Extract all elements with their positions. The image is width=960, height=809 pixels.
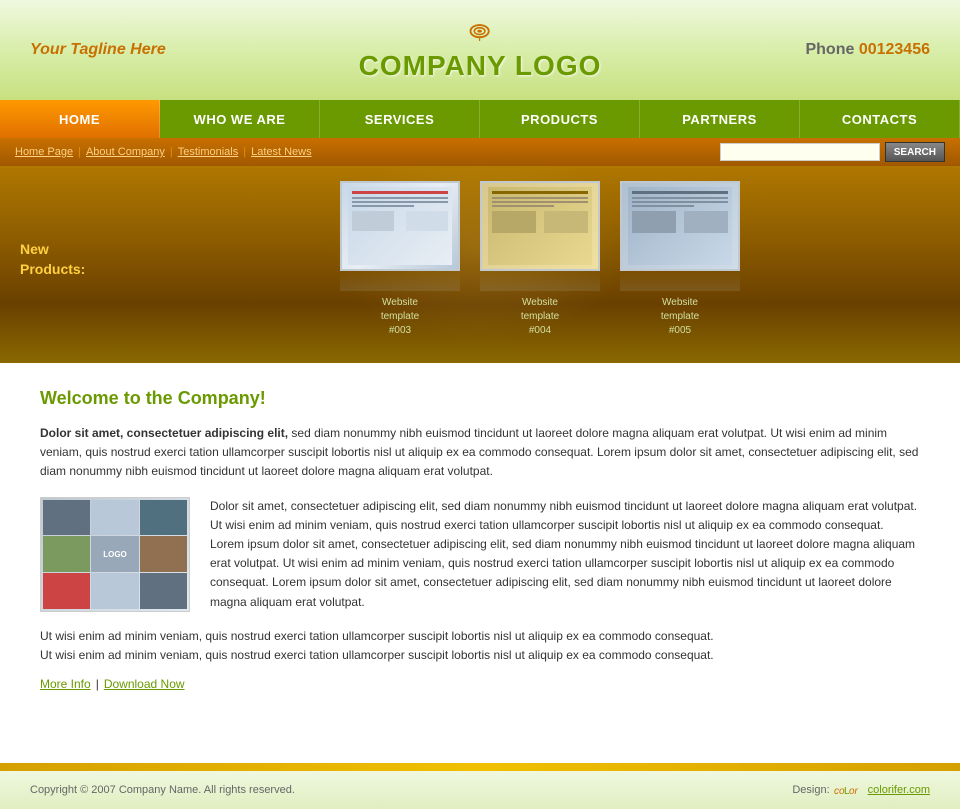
banner-reflection-1 [340, 271, 460, 291]
company-logo-text: COMPANY LOGO [359, 50, 602, 82]
more-info-link[interactable]: More Info [40, 677, 91, 691]
banner-caption-3: Website template #005 [620, 296, 740, 338]
intro-bold: Dolor sit amet, consectetuer adipiscing … [40, 426, 288, 440]
logo-area: COMPANY LOGO [359, 19, 602, 82]
nav-who-we-are[interactable]: WHO WE ARE [160, 100, 320, 138]
subnav-home[interactable]: Home Page [15, 146, 73, 158]
svg-text:or: or [849, 786, 859, 797]
design-logo-icon: co L or [834, 783, 864, 797]
content-image: LOGO [40, 497, 190, 612]
design-credit: Design: co L or colorifer.com [792, 783, 930, 797]
banner-items: Website template #003 [140, 181, 940, 338]
download-link[interactable]: Download Now [104, 677, 185, 691]
search-button[interactable]: SEARCH [885, 142, 945, 162]
subnav-news[interactable]: Latest News [251, 146, 312, 158]
content-block: LOGO Dolor sit amet, consectetuer adipis… [40, 497, 920, 612]
design-link[interactable]: colorifer.com [868, 784, 930, 796]
banner-item-3[interactable]: Website template #005 [620, 181, 740, 338]
img-cell-1 [43, 500, 90, 536]
copyright: Copyright © 2007 Company Name. All right… [30, 784, 295, 796]
nav-services[interactable]: SERVICES [320, 100, 480, 138]
banner-reflection-3 [620, 271, 740, 291]
banner-item-1[interactable]: Website template #003 [340, 181, 460, 338]
subnav-sep2: | [170, 146, 173, 158]
nav-partners[interactable]: PARTNERS [640, 100, 800, 138]
img-cell-3 [140, 500, 187, 536]
gold-separator [0, 763, 960, 771]
phone-number: 00123456 [859, 41, 930, 58]
banner-thumb-1 [340, 181, 460, 271]
banner-reflection-2 [480, 271, 600, 291]
header: Your Tagline Here COMPANY LOGO Phone 001… [0, 0, 960, 100]
subnav-sep3: | [243, 146, 246, 158]
subnav: Home Page | About Company | Testimonials… [0, 138, 960, 166]
banner-thumb-3 [620, 181, 740, 271]
intro-paragraph: Dolor sit amet, consectetuer adipiscing … [40, 424, 920, 482]
search-area: SEARCH [720, 142, 945, 162]
main-content: Welcome to the Company! Dolor sit amet, … [0, 363, 960, 763]
footer: Copyright © 2007 Company Name. All right… [0, 771, 960, 809]
img-cell-8 [91, 573, 138, 609]
banner-thumb-2 [480, 181, 600, 271]
link-separator: | [96, 677, 99, 691]
subnav-about[interactable]: About Company [86, 146, 165, 158]
subnav-testimonials[interactable]: Testimonials [178, 146, 239, 158]
tagline: Your Tagline Here [30, 41, 166, 59]
bottom-text-1: Ut wisi enim ad minim veniam, quis nostr… [40, 627, 920, 665]
nav-home[interactable]: HOME [0, 100, 160, 138]
banner-item-2[interactable]: Website template #004 [480, 181, 600, 338]
img-cell-2 [91, 500, 138, 536]
phone-label: Phone [805, 41, 854, 58]
subnav-sep1: | [78, 146, 81, 158]
banner-caption-2: Website template #004 [480, 296, 600, 338]
search-input[interactable] [720, 143, 880, 161]
design-logo: co L or [834, 783, 864, 797]
main-nav: HOME WHO WE ARE SERVICES PRODUCTS PARTNE… [0, 100, 960, 138]
img-cell-9 [140, 573, 187, 609]
design-label: Design: [792, 784, 829, 796]
nav-products[interactable]: PRODUCTS [480, 100, 640, 138]
phone-area: Phone 00123456 [805, 41, 930, 59]
content-paragraph: Dolor sit amet, consectetuer adipiscing … [210, 497, 920, 612]
banner-label: NewProducts: [20, 240, 120, 279]
logo-icon [461, 19, 499, 47]
links-row: More Info | Download Now [40, 677, 920, 691]
img-cell-7 [43, 573, 90, 609]
banner: NewProducts: Website tem [0, 166, 960, 363]
nav-contacts[interactable]: CONTACTS [800, 100, 960, 138]
banner-caption-1: Website template #003 [340, 296, 460, 338]
bottom-text-1-content: Ut wisi enim ad minim veniam, quis nostr… [40, 629, 714, 643]
img-cell-logo: LOGO [91, 536, 138, 572]
phone-display: Phone 00123456 [805, 41, 930, 58]
img-cell-4 [43, 536, 90, 572]
img-cell-6 [140, 536, 187, 572]
welcome-title: Welcome to the Company! [40, 388, 920, 409]
bottom-text-2-content: Ut wisi enim ad minim veniam, quis nostr… [40, 648, 714, 662]
